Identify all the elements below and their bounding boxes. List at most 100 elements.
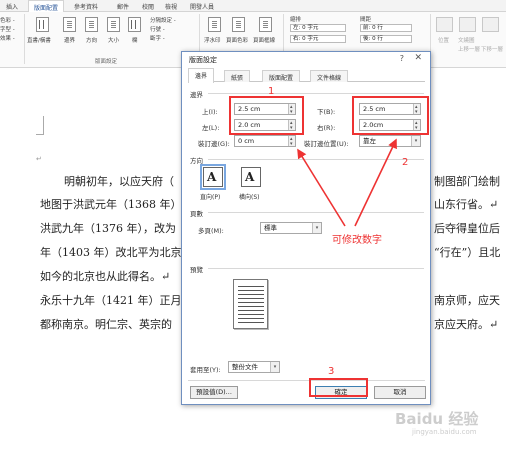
- section-divider: [208, 268, 424, 269]
- top-margin-spinner-icon[interactable]: [288, 102, 295, 117]
- left-margin-input[interactable]: 2.0 cm: [234, 118, 296, 133]
- portrait-option-label[interactable]: 直向(P): [200, 192, 220, 201]
- send-backward-button[interactable]: 下移一層: [481, 45, 503, 53]
- doc-text-line: 南京师，应天: [434, 294, 500, 307]
- ok-button[interactable]: 確定: [315, 386, 367, 399]
- multiple-pages-select[interactable]: 標準 ▾: [260, 222, 322, 234]
- theme-colors-item[interactable]: 色彩 -: [0, 16, 15, 24]
- bottom-margin-input[interactable]: 2.5 cm: [359, 102, 421, 117]
- columns-icon[interactable]: [128, 17, 141, 32]
- right-margin-input[interactable]: 2.0cm: [359, 118, 421, 133]
- page-preview-thumbnail: [233, 279, 268, 329]
- multiple-pages-label: 多頁(M):: [198, 227, 224, 235]
- tab-references[interactable]: 參考資料: [74, 2, 98, 11]
- portrait-option-icon[interactable]: A: [200, 164, 226, 190]
- help-icon[interactable]: ?: [400, 54, 404, 63]
- size-button[interactable]: 大小: [108, 36, 119, 44]
- tab-document-grid[interactable]: 文件格線: [310, 70, 349, 82]
- position-button[interactable]: 位置: [438, 36, 449, 44]
- margins-section-label: 邊界: [190, 91, 203, 99]
- top-margin-label: 上(I):: [202, 108, 218, 116]
- text-direction-icon[interactable]: [36, 17, 49, 32]
- gutter-position-select[interactable]: 靠左 ▾: [359, 135, 421, 147]
- line-numbers-item[interactable]: 行號 -: [150, 25, 165, 33]
- landscape-option-label[interactable]: 橫向(S): [239, 192, 260, 201]
- spacing-after-field[interactable]: 後: 0 行: [360, 35, 412, 43]
- tab-insert[interactable]: 插入: [6, 2, 18, 11]
- doc-text-line: 山东行省。↵: [434, 198, 499, 211]
- left-margin-value: 2.0 cm: [238, 121, 261, 129]
- page-borders-icon[interactable]: [259, 17, 272, 32]
- tab-layout[interactable]: 版面配置: [262, 70, 301, 82]
- close-icon[interactable]: ✕: [414, 53, 422, 63]
- bottom-margin-spinner-icon[interactable]: [413, 102, 420, 117]
- hyphenation-item[interactable]: 斷字 -: [150, 34, 165, 42]
- doc-text-line: 洪武九年（1376 年），改为: [40, 222, 176, 235]
- top-margin-value: 2.5 cm: [238, 105, 261, 113]
- page-borders-button[interactable]: 頁面框線: [253, 36, 275, 44]
- orientation-icon[interactable]: [85, 17, 98, 32]
- theme-fonts-item[interactable]: 字型 -: [0, 25, 15, 33]
- annotation-number-2: 2: [402, 157, 409, 168]
- margins-button[interactable]: 邊界: [64, 36, 75, 44]
- tab-paper[interactable]: 紙張: [224, 70, 251, 82]
- watermark-button[interactable]: 浮水印: [204, 36, 221, 44]
- indent-left-field[interactable]: 左: 0 字元: [290, 24, 346, 32]
- gutter-value: 0 cm: [238, 137, 255, 145]
- chevron-down-icon[interactable]: ▾: [312, 223, 321, 233]
- orientation-button[interactable]: 方向: [86, 36, 97, 44]
- cancel-button[interactable]: 取消: [374, 386, 426, 399]
- theme-effects-item[interactable]: 效果 -: [0, 34, 15, 42]
- margin-corner-mark: [36, 116, 44, 135]
- doc-text-line: 制图部门绘制: [434, 175, 500, 188]
- section-divider: [208, 159, 424, 160]
- set-default-button[interactable]: 預設值(D)...: [190, 386, 238, 399]
- gutter-label: 裝訂邊(G):: [198, 140, 230, 148]
- columns-button[interactable]: 欄: [132, 36, 138, 44]
- apply-to-select[interactable]: 整份文件 ▾: [228, 361, 280, 373]
- tab-mailings[interactable]: 郵件: [117, 2, 129, 11]
- left-margin-spinner-icon[interactable]: [288, 118, 295, 133]
- tab-margins[interactable]: 邊界: [188, 68, 215, 83]
- text-direction-button[interactable]: 直書/橫書: [27, 36, 51, 44]
- tab-developer[interactable]: 開發人員: [190, 2, 214, 11]
- tab-view[interactable]: 檢視: [165, 2, 177, 11]
- size-icon[interactable]: [107, 17, 120, 32]
- bring-forward-button[interactable]: 上移一層: [458, 45, 480, 53]
- chevron-down-icon[interactable]: ▾: [270, 362, 279, 372]
- bottom-margin-value: 2.5 cm: [363, 105, 386, 113]
- doc-text-line: 后夺得皇位后: [434, 222, 500, 235]
- position-icon[interactable]: [436, 17, 453, 32]
- gutter-input[interactable]: 0 cm: [234, 134, 296, 149]
- right-margin-spinner-icon[interactable]: [413, 118, 420, 133]
- watermark-icon[interactable]: [208, 17, 221, 32]
- tab-layout[interactable]: 版面配置: [28, 0, 65, 12]
- doc-text-line: 京应天府。↵: [434, 318, 499, 331]
- margins-icon[interactable]: [63, 17, 76, 32]
- gutter-spinner-icon[interactable]: [288, 134, 295, 149]
- annotation-number-3: 3: [328, 366, 335, 377]
- wrap-text-button[interactable]: 文繞圖: [458, 36, 475, 44]
- pages-section-label: 頁數: [190, 210, 203, 218]
- page-color-button[interactable]: 頁面色彩: [226, 36, 248, 44]
- indent-label: 縮排: [290, 17, 302, 23]
- bring-forward-icon[interactable]: [482, 17, 499, 32]
- wrap-text-icon[interactable]: [459, 17, 476, 32]
- apply-to-value: 整份文件: [232, 363, 258, 371]
- ribbon-divider: [24, 14, 25, 64]
- breaks-item[interactable]: 分隔設定 -: [150, 16, 176, 24]
- multiple-pages-value: 標準: [264, 224, 277, 232]
- chevron-down-icon[interactable]: ▾: [411, 136, 420, 146]
- landscape-option-icon[interactable]: A: [241, 167, 261, 187]
- spacing-before-field[interactable]: 前: 0 行: [360, 24, 412, 32]
- top-margin-input[interactable]: 2.5 cm: [234, 102, 296, 117]
- tab-review[interactable]: 校閱: [142, 2, 154, 11]
- gutter-position-label: 裝訂邊位置(U):: [304, 140, 349, 148]
- annotation-modify-note: 可修改数字: [332, 235, 382, 246]
- indent-right-field[interactable]: 右: 0 字元: [290, 35, 346, 43]
- page-color-icon[interactable]: [232, 17, 245, 32]
- section-divider: [208, 212, 424, 213]
- spacing-label: 間距: [360, 17, 372, 23]
- gutter-position-value: 靠左: [363, 137, 376, 145]
- page-setup-group-label: 版面設定: [95, 59, 118, 65]
